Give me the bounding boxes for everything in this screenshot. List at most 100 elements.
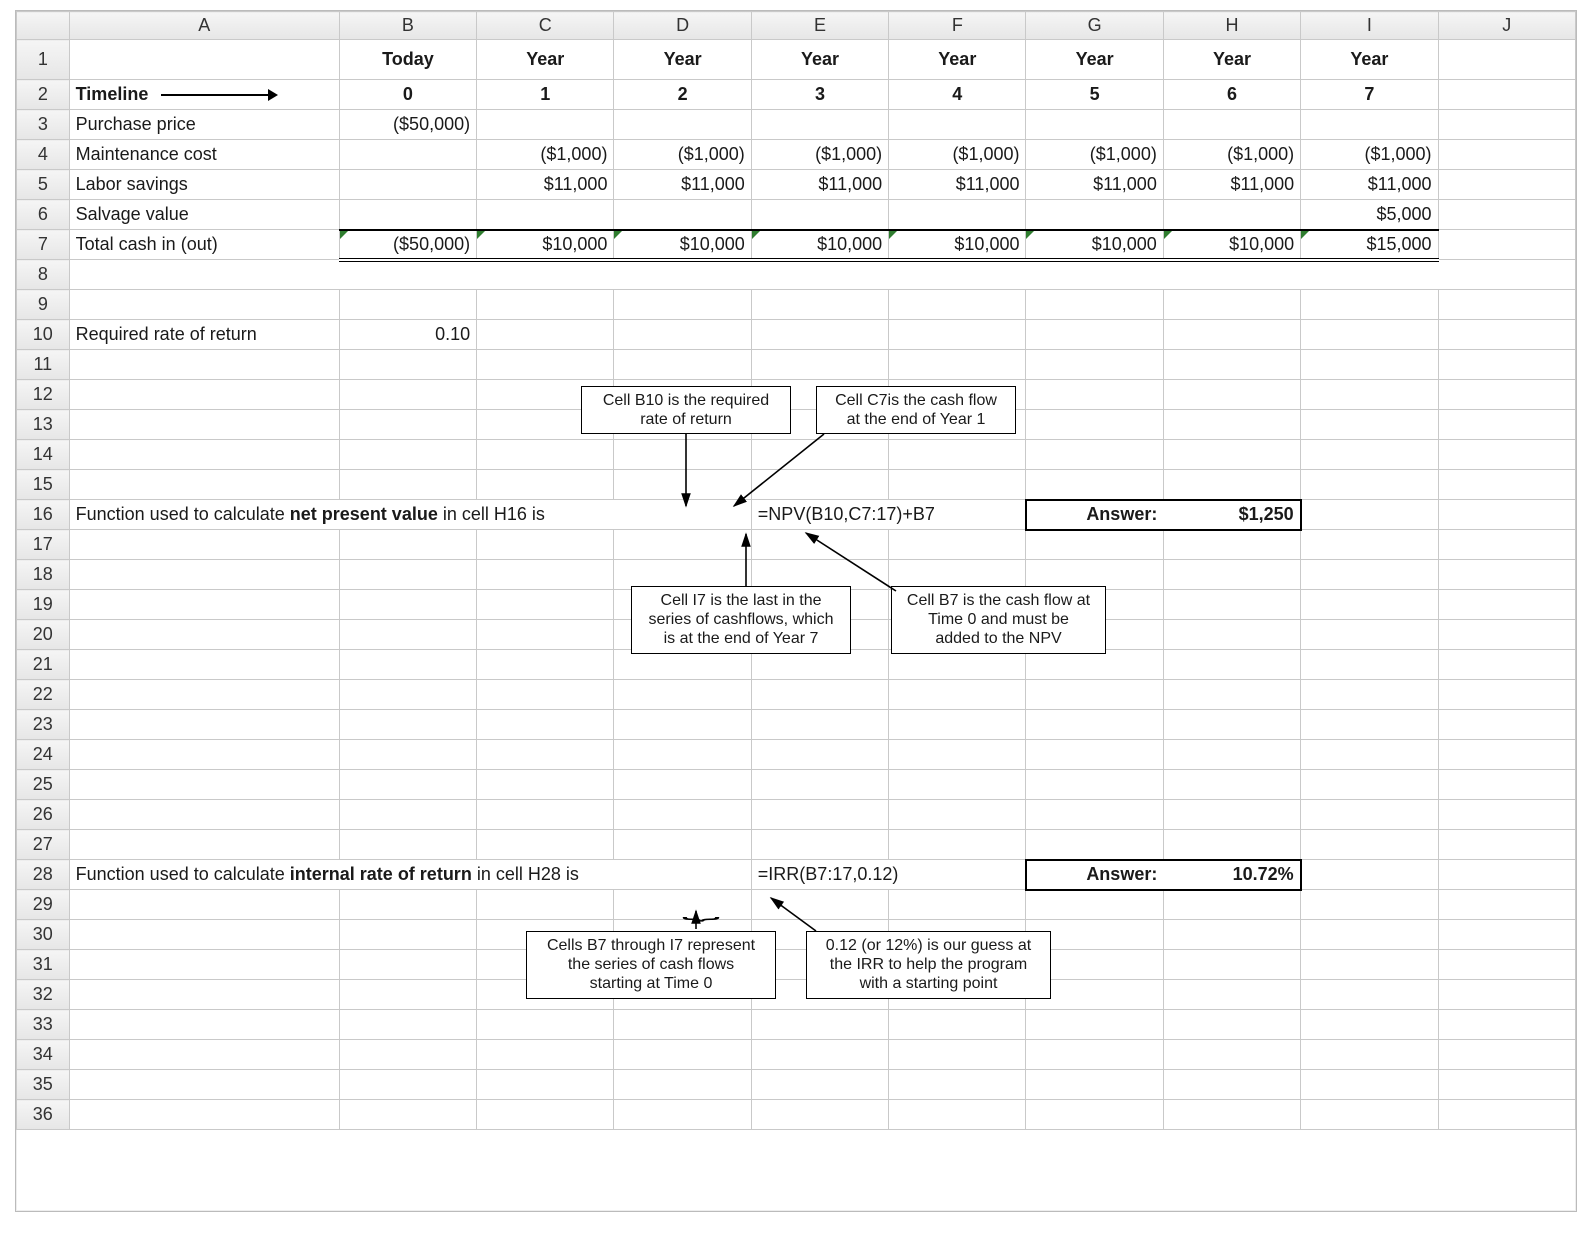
cell-F2[interactable]: 4 <box>889 80 1026 110</box>
cell-G9[interactable] <box>1026 290 1163 320</box>
cell-D3[interactable] <box>614 110 751 140</box>
cell-J4[interactable] <box>1438 140 1575 170</box>
cell-D2[interactable]: 2 <box>614 80 751 110</box>
cell-E9[interactable] <box>751 290 888 320</box>
cell-H9[interactable] <box>1163 290 1300 320</box>
cell-B4[interactable] <box>339 140 476 170</box>
cell-A28[interactable]: Function used to calculate internal rate… <box>69 860 751 890</box>
rowhead-15[interactable]: 15 <box>17 470 70 500</box>
rowhead-13[interactable]: 13 <box>17 410 70 440</box>
cell-C9[interactable] <box>477 290 614 320</box>
cell-E5[interactable]: $11,000 <box>751 170 888 200</box>
select-all-corner[interactable] <box>17 12 70 40</box>
cell-B5[interactable] <box>339 170 476 200</box>
row-33[interactable]: 33 <box>17 1010 1576 1040</box>
grid[interactable]: A B C D E F G H I J 1 Today Year Year Ye… <box>16 11 1576 1130</box>
cell-J28[interactable] <box>1438 860 1575 890</box>
cell-E2[interactable]: 3 <box>751 80 888 110</box>
row-14[interactable]: 14 <box>17 440 1576 470</box>
cell-A16[interactable]: Function used to calculate net present v… <box>69 500 751 530</box>
cell-A2[interactable]: Timeline <box>69 80 339 110</box>
row-31[interactable]: 31 <box>17 950 1576 980</box>
cell-J10[interactable] <box>1438 320 1575 350</box>
row-25[interactable]: 25 <box>17 770 1576 800</box>
rowhead-3[interactable]: 3 <box>17 110 70 140</box>
rowhead-2[interactable]: 2 <box>17 80 70 110</box>
cell-E6[interactable] <box>751 200 888 230</box>
cell-G5[interactable]: $11,000 <box>1026 170 1163 200</box>
rowhead-10[interactable]: 10 <box>17 320 70 350</box>
cell-H7[interactable]: $10,000 <box>1163 230 1300 260</box>
cell-H2[interactable]: 6 <box>1163 80 1300 110</box>
row-15[interactable]: 15 <box>17 470 1576 500</box>
cell-D5[interactable]: $11,000 <box>614 170 751 200</box>
rowhead-5[interactable]: 5 <box>17 170 70 200</box>
cell-I16[interactable] <box>1301 500 1438 530</box>
col-F[interactable]: F <box>889 12 1026 40</box>
col-I[interactable]: I <box>1301 12 1438 40</box>
cell-D9[interactable] <box>614 290 751 320</box>
row-16[interactable]: 16 Function used to calculate net presen… <box>17 500 1576 530</box>
cell-A9[interactable] <box>69 290 339 320</box>
cell-A4[interactable]: Maintenance cost <box>69 140 339 170</box>
row-17[interactable]: 17 <box>17 530 1576 560</box>
col-B[interactable]: B <box>339 12 476 40</box>
cell-G6[interactable] <box>1026 200 1163 230</box>
row-13[interactable]: 13 <box>17 410 1576 440</box>
row-32[interactable]: 32 <box>17 980 1576 1010</box>
col-D[interactable]: D <box>614 12 751 40</box>
cell-I28[interactable] <box>1301 860 1438 890</box>
cell-H6[interactable] <box>1163 200 1300 230</box>
cell-B7[interactable]: ($50,000) <box>339 230 476 260</box>
cell-J1[interactable] <box>1438 40 1575 80</box>
cell-F3[interactable] <box>889 110 1026 140</box>
cell-G2[interactable]: 5 <box>1026 80 1163 110</box>
cell-F1[interactable]: Year <box>889 40 1026 80</box>
row-23[interactable]: 23 <box>17 710 1576 740</box>
cell-E3[interactable] <box>751 110 888 140</box>
cell-F5[interactable]: $11,000 <box>889 170 1026 200</box>
cell-I6[interactable]: $5,000 <box>1301 200 1438 230</box>
cell-J6[interactable] <box>1438 200 1575 230</box>
row-6[interactable]: 6 Salvage value $5,000 <box>17 200 1576 230</box>
rowhead-7[interactable]: 7 <box>17 230 70 260</box>
cell-G3[interactable] <box>1026 110 1163 140</box>
cell-B9[interactable] <box>339 290 476 320</box>
cell-B6[interactable] <box>339 200 476 230</box>
cell-A10[interactable]: Required rate of return <box>69 320 339 350</box>
cell-J16[interactable] <box>1438 500 1575 530</box>
cell-C3[interactable] <box>477 110 614 140</box>
rowhead-4[interactable]: 4 <box>17 140 70 170</box>
cell-I10[interactable] <box>1301 320 1438 350</box>
cell-I2[interactable]: 7 <box>1301 80 1438 110</box>
cell-A3[interactable]: Purchase price <box>69 110 339 140</box>
row-11[interactable]: 11 <box>17 350 1576 380</box>
cell-C4[interactable]: ($1,000) <box>477 140 614 170</box>
cell-I9[interactable] <box>1301 290 1438 320</box>
cell-A1[interactable] <box>69 40 339 80</box>
cell-G10[interactable] <box>1026 320 1163 350</box>
cell-B10[interactable]: 0.10 <box>339 320 476 350</box>
cell-F10[interactable] <box>889 320 1026 350</box>
cell-D7[interactable]: $10,000 <box>614 230 751 260</box>
row-22[interactable]: 22 <box>17 680 1576 710</box>
cell-F7[interactable]: $10,000 <box>889 230 1026 260</box>
cell-E28[interactable]: =IRR(B7:17,0.12) <box>751 860 1026 890</box>
cell-D6[interactable] <box>614 200 751 230</box>
cell-C6[interactable] <box>477 200 614 230</box>
row-35[interactable]: 35 <box>17 1070 1576 1100</box>
rowhead-6[interactable]: 6 <box>17 200 70 230</box>
row-12[interactable]: 12 <box>17 380 1576 410</box>
cell-F9[interactable] <box>889 290 1026 320</box>
cell-G28[interactable]: Answer: <box>1026 860 1163 890</box>
cell-C2[interactable]: 1 <box>477 80 614 110</box>
cell-A6[interactable]: Salvage value <box>69 200 339 230</box>
cell-I7[interactable]: $15,000 <box>1301 230 1438 260</box>
row-30[interactable]: 30 <box>17 920 1576 950</box>
cell-E1[interactable]: Year <box>751 40 888 80</box>
cell-C1[interactable]: Year <box>477 40 614 80</box>
col-E[interactable]: E <box>751 12 888 40</box>
row-36[interactable]: 36 <box>17 1100 1576 1130</box>
row-3[interactable]: 3 Purchase price ($50,000) <box>17 110 1576 140</box>
cell-F4[interactable]: ($1,000) <box>889 140 1026 170</box>
